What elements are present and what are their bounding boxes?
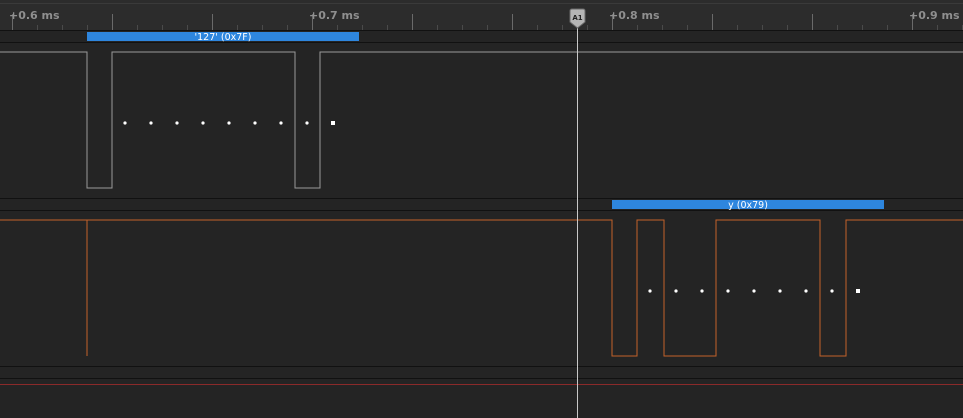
logic-analyzer-view: +0.6 ms +0.7 ms +0.8 ms +0.9 ms '127' (0…: [0, 0, 963, 418]
ruler-tick-label-1: +0.6 ms: [9, 9, 60, 22]
cursor-label: A1: [572, 14, 582, 22]
time-ruler[interactable]: +0.6 ms +0.7 ms +0.8 ms +0.9 ms: [0, 0, 963, 30]
tick-label: +0.8 ms: [609, 9, 660, 22]
sample-dot: [830, 289, 834, 293]
sample-dot: [123, 121, 127, 125]
sample-dot: [253, 121, 257, 125]
sample-dot: [279, 121, 283, 125]
decode-label: y (0x79): [728, 200, 768, 211]
tick-label: +0.7 ms: [309, 9, 360, 22]
channel-2-waveform: [0, 219, 963, 357]
sample-dot: [175, 121, 179, 125]
cursor-a1[interactable]: A1: [569, 8, 586, 418]
sample-dot: [674, 289, 678, 293]
sample-dot: [778, 289, 782, 293]
tick-label: +0.6 ms: [9, 9, 60, 22]
sample-dot: [201, 121, 205, 125]
decode-label: '127' (0x7F): [195, 32, 252, 43]
sample-dot: [149, 121, 153, 125]
sample-dot: [227, 121, 231, 125]
bit-sample-markers: [648, 289, 860, 293]
channel-1-waveform: [0, 51, 963, 189]
sample-dot: [804, 289, 808, 293]
sample-dot: [752, 289, 756, 293]
tick-label: +0.9 ms: [909, 9, 960, 22]
stop-bit-marker: [331, 121, 335, 125]
sample-dot: [726, 289, 730, 293]
stop-bit-marker: [856, 289, 860, 293]
sample-dot: [305, 121, 309, 125]
channel-3-row[interactable]: [0, 378, 963, 385]
sample-dot: [700, 289, 704, 293]
sample-dot: [648, 289, 652, 293]
bit-sample-markers: [123, 121, 335, 125]
time-ruler-background: [0, 0, 963, 30]
waveform-canvas[interactable]: +0.6 ms +0.7 ms +0.8 ms +0.9 ms '127' (0…: [0, 0, 963, 418]
channel-1-row[interactable]: '127' (0x7F): [0, 30, 963, 199]
channel-2-row[interactable]: y (0x79): [0, 200, 963, 367]
